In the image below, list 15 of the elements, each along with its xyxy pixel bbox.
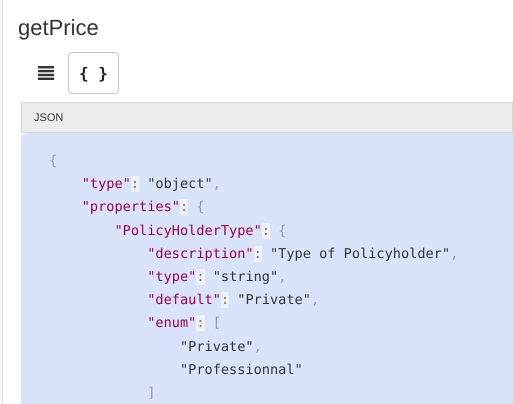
code-line: ] [146,384,156,404]
code-line: "type": "object", [80,175,221,194]
page-title: getPrice [17,14,99,42]
code-line: "Private", [178,338,262,357]
code-line: { [49,152,58,171]
code-line: "Professionnal" [178,360,303,380]
code-line: "type": "string", [146,268,286,288]
code-line: "properties": { [80,198,205,218]
menu-icon [38,66,54,80]
code-line: "enum": [ [146,314,221,334]
json-view-button[interactable]: { } [68,52,119,94]
code-line: "PolicyHolderType": { [113,222,286,241]
code-line: "description": "Type of Policyholder", [146,244,458,264]
code-line: "default": "Private", [146,291,320,310]
panel-header-title: JSON [34,112,64,124]
